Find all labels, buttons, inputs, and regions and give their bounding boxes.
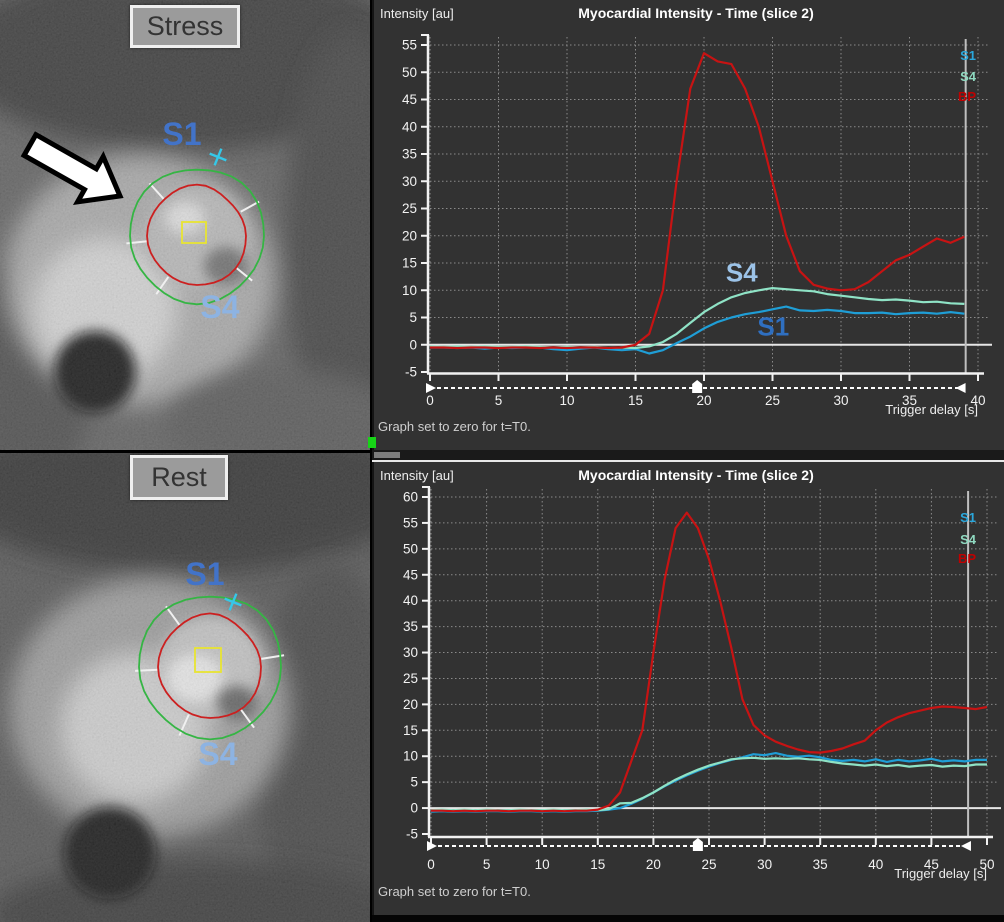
x-tick-label: 25	[765, 393, 780, 408]
y-tick-label: 50	[402, 65, 417, 80]
x-tick-label: 20	[646, 857, 661, 872]
y-tick-label: 20	[402, 228, 417, 243]
x-tick-label: 25	[701, 857, 716, 872]
stress-mri-viewport[interactable]: S1 S4	[0, 0, 370, 450]
x-tick-label: 5	[483, 857, 491, 872]
legend-item-bp: BP	[958, 551, 976, 566]
y-tick-label: 45	[403, 567, 418, 582]
y-tick-label: 30	[403, 645, 418, 660]
stress-series-tag: Stress	[130, 5, 240, 48]
perfusion-analysis-window: S1 S4 S1 S4 Stre	[0, 0, 1004, 922]
series-line-BP	[430, 53, 964, 348]
y-tick-label: 25	[402, 201, 417, 216]
stress-intensity-chart: Intensity [au] Myocardial Intensity - Ti…	[372, 0, 1004, 450]
y-axis-title: Intensity [au]	[380, 6, 454, 21]
y-tick-label: 45	[402, 92, 417, 107]
scrollbar-thumb[interactable]	[374, 452, 400, 458]
y-tick-label: 15	[402, 256, 417, 271]
x-tick-label: 0	[427, 857, 435, 872]
x-axis-title: Trigger delay [s]	[885, 402, 978, 417]
x-axis-title: Trigger delay [s]	[894, 866, 987, 881]
y-tick-label: -5	[405, 365, 417, 380]
slider-thumb[interactable]	[693, 838, 703, 851]
y-tick-label: 15	[403, 723, 418, 738]
y-tick-label: 35	[402, 147, 417, 162]
x-tick-label: 20	[696, 393, 711, 408]
slider-right-arrow-icon[interactable]	[956, 383, 966, 393]
legend-item-s4: S4	[960, 532, 977, 547]
slider-right-arrow-icon[interactable]	[961, 841, 971, 851]
y-tick-label: 55	[402, 38, 417, 53]
y-tick-label: 40	[403, 593, 418, 608]
series-line-S4	[430, 288, 964, 348]
status-text: Graph set to zero for t=T0.	[378, 884, 531, 899]
x-tick-label: 15	[628, 393, 643, 408]
y-tick-label: 35	[403, 619, 418, 634]
rest-mri-image	[0, 453, 370, 922]
slider-left-arrow-icon[interactable]	[426, 383, 436, 393]
y-tick-label: -5	[406, 827, 418, 842]
rest-s4-segment-label: S4	[198, 736, 237, 772]
y-tick-label: 10	[403, 749, 418, 764]
legend-item-s1: S1	[960, 48, 976, 63]
x-tick-label: 10	[559, 393, 574, 408]
chart-title: Myocardial Intensity - Time (slice 2)	[578, 5, 813, 21]
x-tick-label: 30	[757, 857, 772, 872]
stress-s1-segment-label: S1	[162, 116, 201, 152]
window-bottom-edge	[372, 915, 1004, 922]
rest-intensity-chart: Intensity [au] Myocardial Intensity - Ti…	[372, 462, 1004, 915]
x-tick-label: 0	[426, 393, 434, 408]
y-tick-label: 5	[409, 310, 417, 325]
legend-item-s1: S1	[960, 510, 976, 525]
stress-series-tag-text: Stress	[147, 11, 224, 42]
x-tick-label: 5	[495, 393, 503, 408]
x-tick-label: 15	[590, 857, 605, 872]
rest-s1-segment-label: S1	[185, 556, 224, 592]
curve-annotation: S4	[726, 258, 758, 288]
status-text: Graph set to zero for t=T0.	[378, 419, 531, 434]
plot-area: -505101520253035404550550510152025303540…	[402, 35, 992, 408]
legend-item-s4: S4	[960, 69, 977, 84]
rest-series-tag: Rest	[130, 455, 228, 500]
plot-area: -5 0 5 10 15 20 25 30 35 40 45 50 55 60 0 5 10 15 20 25 30 35…	[403, 487, 1001, 872]
y-tick-label: 0	[410, 801, 418, 816]
x-tick-label: 35	[813, 857, 828, 872]
x-tick-label: 40	[868, 857, 883, 872]
y-tick-label: 30	[402, 174, 417, 189]
frame-indicator	[368, 437, 376, 448]
slider-thumb[interactable]	[692, 380, 702, 393]
x-tick-label: 30	[833, 393, 848, 408]
x-tick-label: 10	[535, 857, 550, 872]
y-tick-label: 10	[402, 283, 417, 298]
y-axis-title: Intensity [au]	[380, 468, 454, 483]
stress-mri-image	[0, 0, 370, 450]
rest-series-tag-text: Rest	[151, 462, 207, 493]
y-tick-label: 60	[403, 490, 418, 505]
y-tick-label: 0	[409, 337, 417, 352]
stress-s4-segment-label: S4	[200, 289, 239, 325]
y-tick-label: 5	[410, 775, 418, 790]
y-tick-label: 25	[403, 671, 418, 686]
y-tick-label: 55	[403, 515, 418, 530]
legend-item-bp: BP	[958, 89, 976, 104]
rest-mri-viewport[interactable]: S1 S4	[0, 453, 370, 922]
y-tick-label: 50	[403, 541, 418, 556]
panel-divider-scrollbar[interactable]	[372, 450, 1004, 462]
chart-title: Myocardial Intensity - Time (slice 2)	[578, 467, 813, 483]
y-tick-label: 20	[403, 697, 418, 712]
curve-annotation: S1	[757, 311, 789, 341]
y-tick-label: 40	[402, 119, 417, 134]
